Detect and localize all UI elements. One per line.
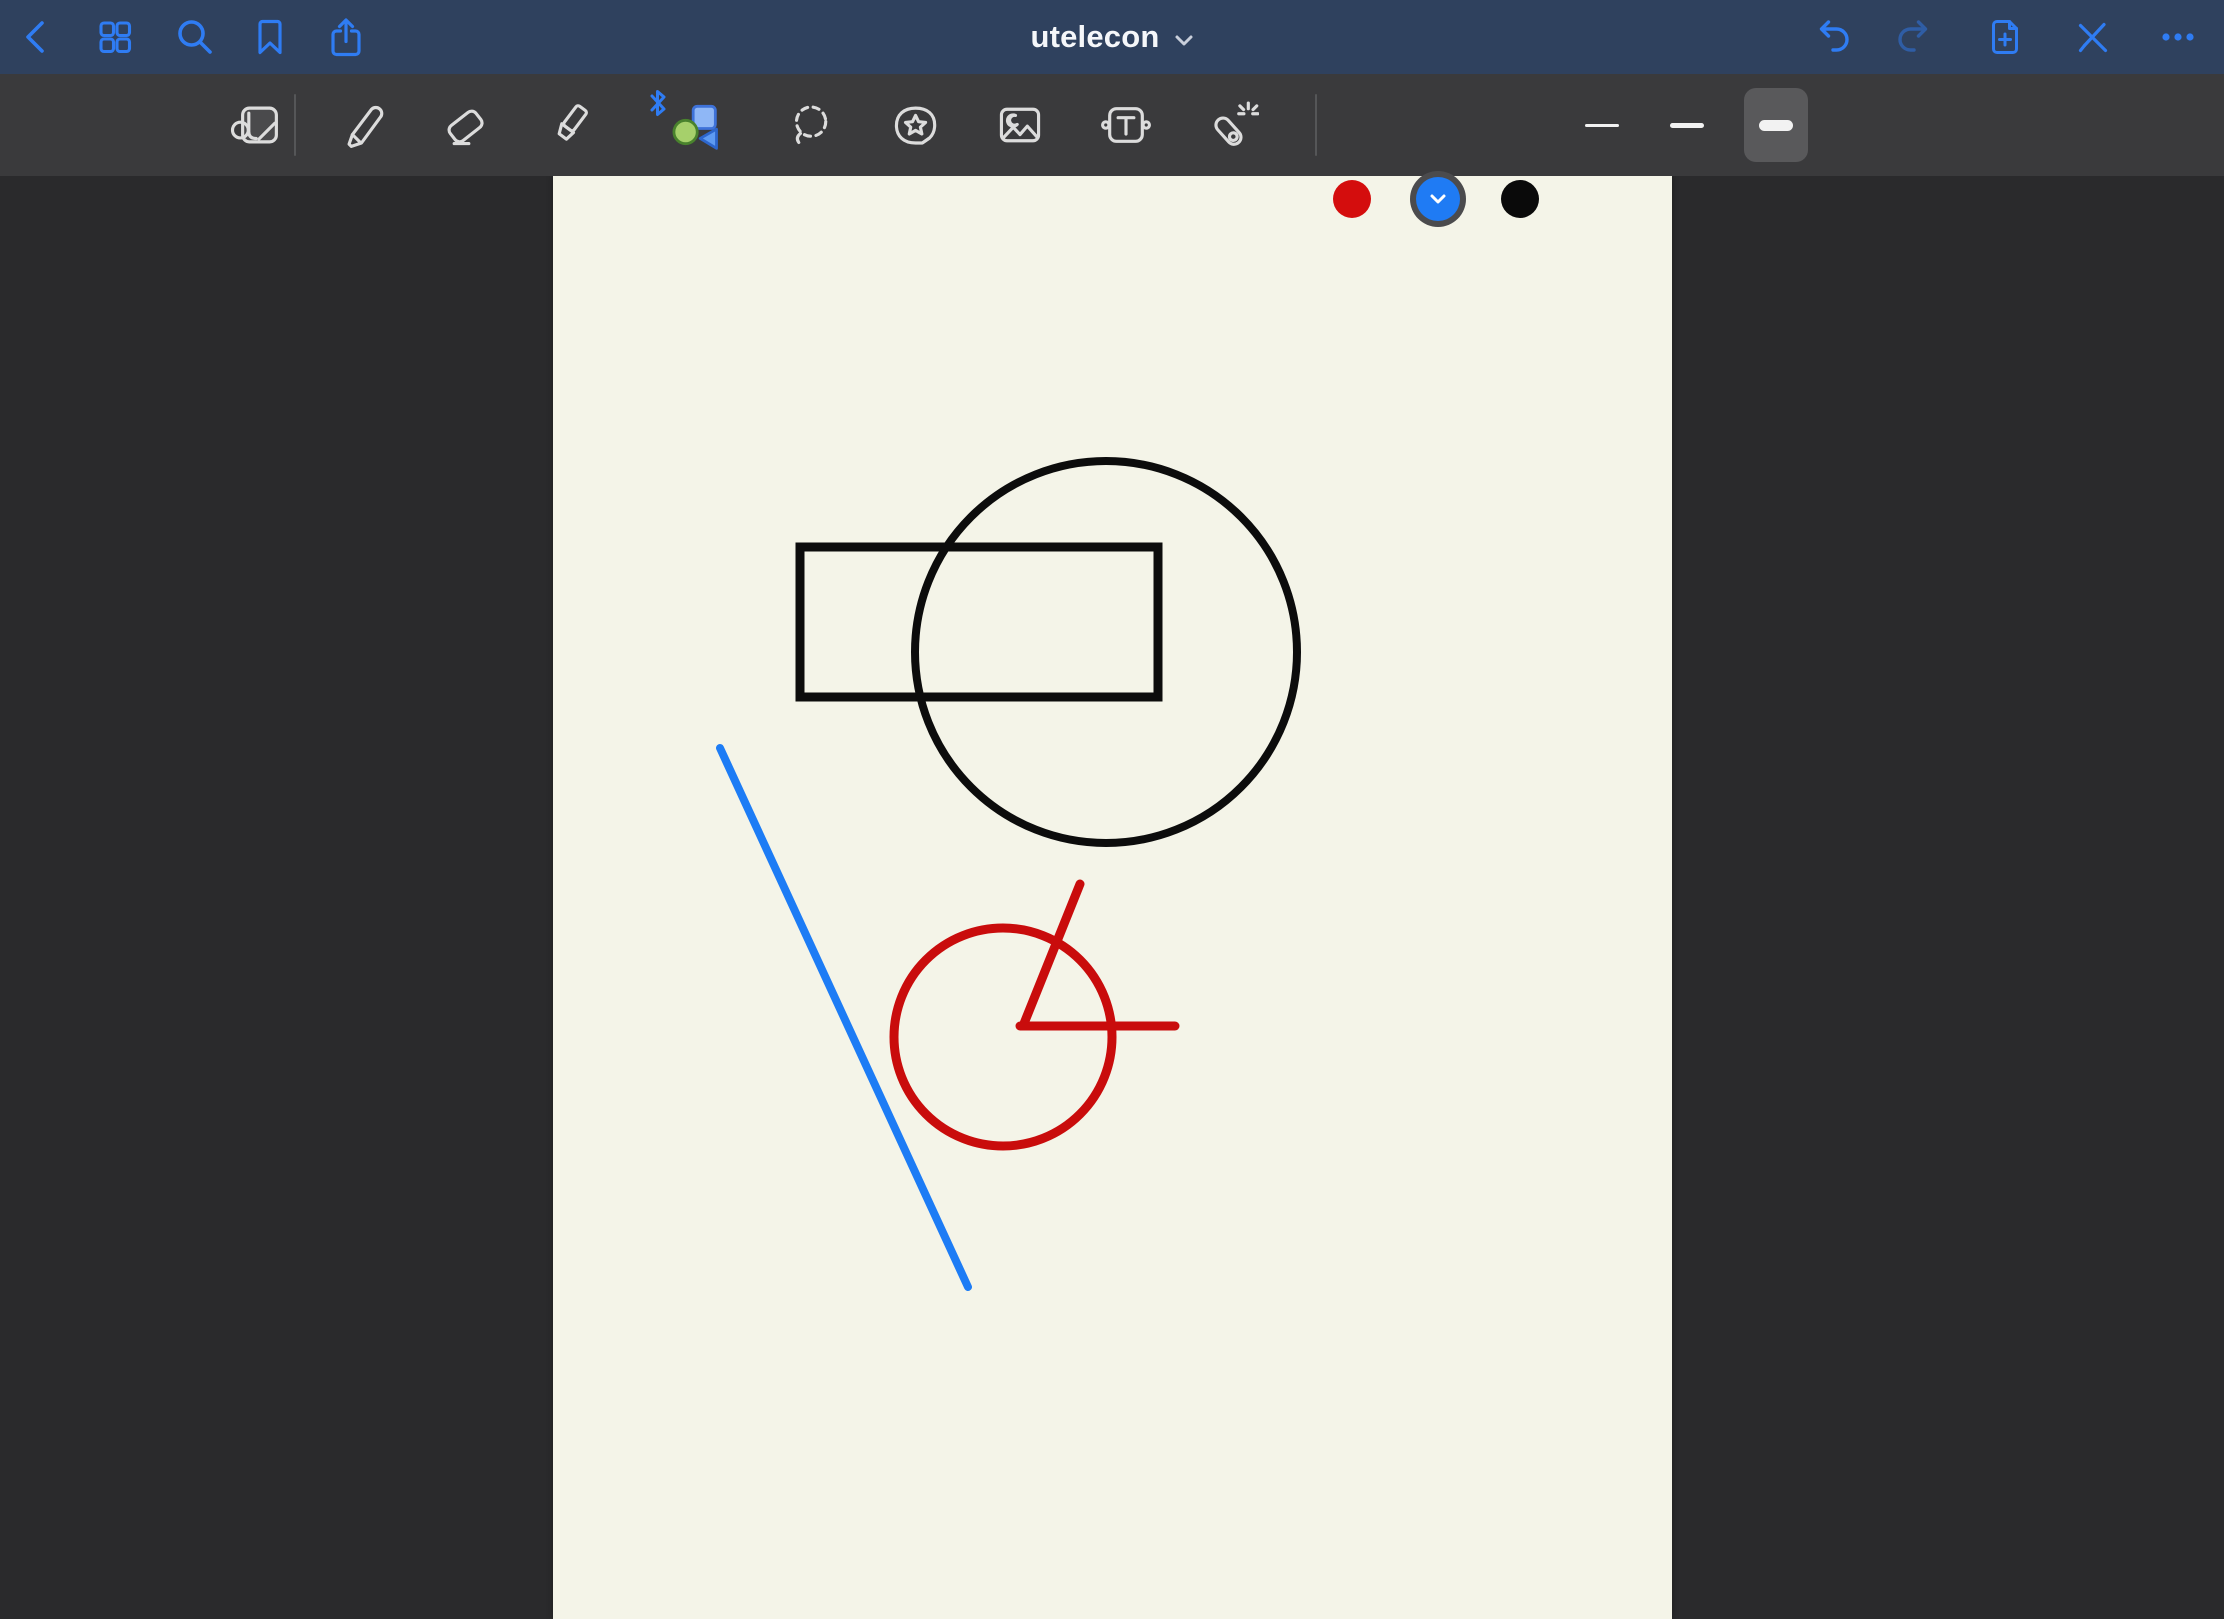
add-page-icon [1983, 15, 2027, 59]
undo-icon [1808, 15, 1852, 59]
top-navigation-bar: utelecon [0, 0, 2224, 74]
search-icon [172, 15, 216, 59]
undo-button[interactable] [1802, 9, 1858, 65]
pencil-x-icon [2070, 15, 2114, 59]
sticker-star-icon [888, 98, 942, 152]
eraser-icon [439, 98, 493, 152]
bookmark-icon [248, 15, 292, 59]
bluetooth-icon [646, 87, 670, 119]
elements-tool[interactable] [873, 83, 957, 167]
highlighter-tool[interactable] [528, 83, 612, 167]
thickness-thick-button[interactable] [1744, 88, 1808, 162]
pages-overview-button[interactable] [87, 9, 143, 65]
read-only-button[interactable] [2064, 9, 2120, 65]
text-tool[interactable] [1084, 83, 1168, 167]
redo-button[interactable] [1889, 9, 1945, 65]
more-options-button[interactable] [2150, 9, 2206, 65]
zoom-window-tool[interactable] [213, 83, 297, 167]
laser-pointer-icon [1205, 98, 1259, 152]
shapes-icon [664, 97, 720, 153]
thickness-medium-button[interactable] [1655, 88, 1719, 162]
search-button[interactable] [166, 9, 222, 65]
chevron-left-icon [15, 15, 59, 59]
add-page-button[interactable] [1977, 9, 2033, 65]
text-icon [1099, 98, 1153, 152]
color-swatch-blue[interactable] [1410, 171, 1466, 227]
color-swatch-red[interactable] [1333, 180, 1371, 218]
toolbar-divider [1315, 94, 1317, 156]
tool-bar [0, 74, 2224, 176]
chevron-down-icon [1429, 193, 1447, 205]
pen-tool[interactable] [320, 83, 404, 167]
moon-icon [1008, 115, 1018, 126]
ellipsis-icon [2156, 15, 2200, 59]
thickness-thin-button[interactable] [1570, 88, 1634, 162]
image-icon [993, 98, 1047, 152]
chevron-down-icon[interactable] [1174, 34, 1194, 47]
image-tool[interactable] [978, 83, 1062, 167]
shapes-tool[interactable] [650, 83, 734, 167]
thin-stroke-icon [1585, 124, 1619, 127]
document-title[interactable]: utelecon [1030, 19, 1159, 55]
notebook-page[interactable] [553, 176, 1672, 1619]
medium-stroke-icon [1670, 123, 1704, 128]
grid-icon [93, 15, 137, 59]
highlighter-icon [543, 98, 597, 152]
eraser-tool[interactable] [424, 83, 508, 167]
bookmark-button[interactable] [242, 9, 298, 65]
redo-icon [1895, 15, 1939, 59]
toolbar-divider [294, 94, 296, 156]
color-swatch-black[interactable] [1501, 180, 1539, 218]
share-icon [324, 15, 368, 59]
share-button[interactable] [318, 9, 374, 65]
lasso-icon [783, 98, 837, 152]
thick-stroke-icon [1759, 120, 1793, 131]
laser-pointer-tool[interactable] [1190, 83, 1274, 167]
lasso-tool[interactable] [768, 83, 852, 167]
back-button[interactable] [9, 9, 65, 65]
zoom-window-icon [228, 98, 282, 152]
pen-icon [335, 98, 389, 152]
